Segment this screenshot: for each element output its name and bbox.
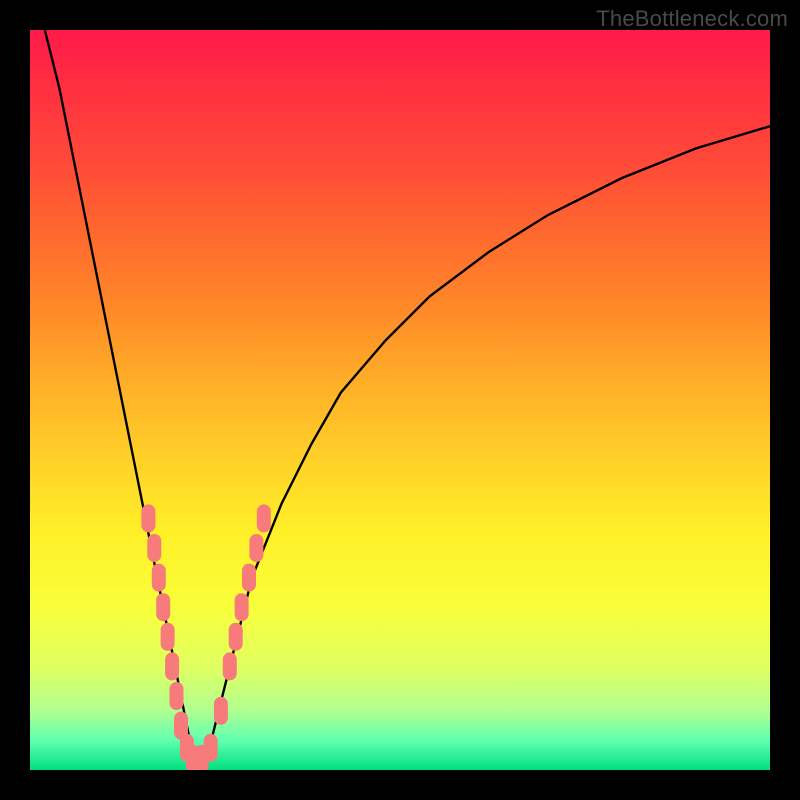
marker-point — [229, 623, 243, 651]
plot-area — [30, 30, 770, 770]
marker-point — [170, 682, 184, 710]
marker-point — [235, 593, 249, 621]
chart-svg — [30, 30, 770, 770]
bottleneck-curve — [45, 30, 770, 755]
marker-point — [223, 652, 237, 680]
marker-point — [161, 623, 175, 651]
curve-line — [45, 30, 770, 755]
marker-point — [156, 593, 170, 621]
marker-point — [152, 564, 166, 592]
sample-markers — [141, 504, 270, 770]
marker-point — [204, 734, 218, 762]
watermark-text: TheBottleneck.com — [596, 6, 788, 32]
marker-point — [242, 564, 256, 592]
marker-point — [214, 697, 228, 725]
marker-point — [147, 534, 161, 562]
chart-frame: TheBottleneck.com — [0, 0, 800, 800]
marker-point — [257, 504, 271, 532]
marker-point — [141, 504, 155, 532]
marker-point — [249, 534, 263, 562]
marker-point — [165, 652, 179, 680]
